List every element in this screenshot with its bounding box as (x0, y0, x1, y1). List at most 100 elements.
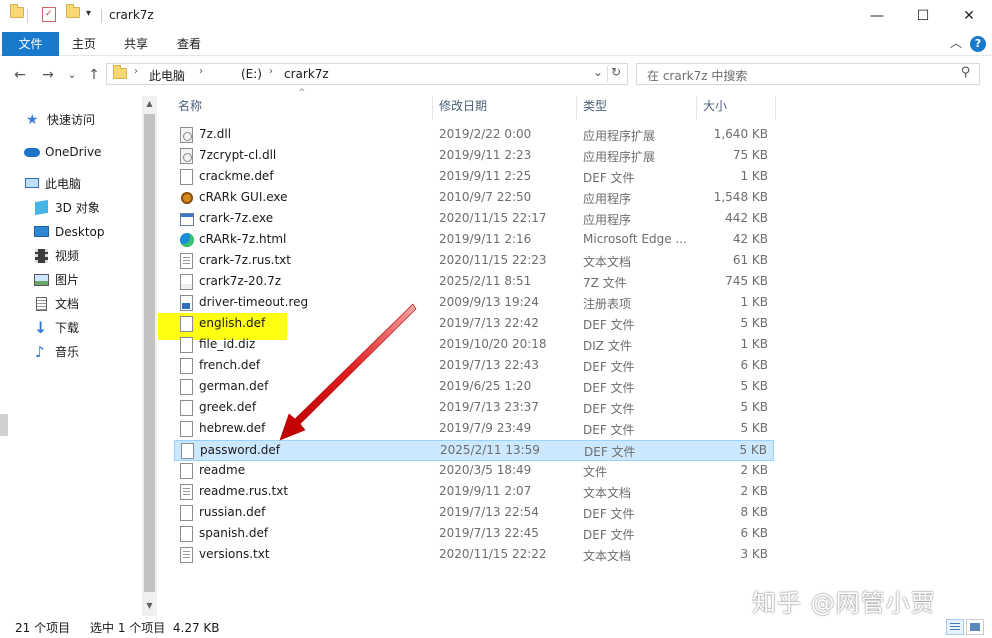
file-row[interactable]: crark-7z.exe 2020/11/15 22:17 应用程序 442 KB (174, 209, 774, 230)
search-box[interactable]: 在 crark7z 中搜索 ⚲ (636, 63, 980, 85)
file-icon (180, 379, 193, 395)
file-size: 2 KB (740, 463, 768, 477)
file-row[interactable]: cRARk GUI.exe 2010/9/7 22:50 应用程序 1,548 KB (174, 188, 774, 209)
sidebar-item-pictures[interactable]: 图片 (34, 269, 79, 291)
file-row[interactable]: file_id.diz 2019/10/20 20:18 DIZ 文件 1 KB (174, 335, 774, 356)
refresh-icon[interactable]: ↻ (611, 65, 621, 79)
file-date: 2019/9/11 2:16 (439, 232, 532, 246)
search-icon[interactable]: ⚲ (961, 65, 971, 80)
video-icon (34, 249, 50, 263)
column-header-date[interactable]: 修改日期 (439, 96, 487, 116)
file-row[interactable]: 7z.dll 2019/2/22 0:00 应用程序扩展 1,640 KB (174, 125, 774, 146)
file-date: 2019/7/13 22:54 (439, 505, 539, 519)
file-row[interactable]: russian.def 2019/7/13 22:54 DEF 文件 8 KB (174, 503, 774, 524)
breadcrumb-current-folder[interactable]: crark7z (284, 67, 329, 81)
breadcrumb-separator[interactable]: › (269, 66, 273, 77)
sidebar-item-desktop[interactable]: Desktop (34, 221, 105, 243)
file-row[interactable]: password.def 2025/2/11 13:59 DEF 文件 5 KB (174, 440, 774, 461)
pane-resize-handle[interactable] (0, 414, 8, 436)
sidebar-item-quick-access[interactable]: ★ 快速访问 (26, 109, 95, 131)
file-size: 2 KB (740, 484, 768, 498)
file-row[interactable]: greek.def 2019/7/13 23:37 DEF 文件 5 KB (174, 398, 774, 419)
qa-dropdown-icon[interactable]: ▾ (86, 8, 91, 26)
file-date: 2010/9/7 22:50 (439, 190, 532, 204)
tab-file[interactable]: 文件 (2, 32, 59, 56)
sidebar-item-downloads[interactable]: ↓ 下载 (34, 317, 79, 339)
sidebar-scrollbar[interactable]: ▲ ▼ (142, 96, 157, 616)
address-bar[interactable]: › 此电脑 › (E:) › crark7z ⌄ ↻ (106, 63, 628, 85)
tab-home[interactable]: 主页 (64, 32, 104, 56)
file-row[interactable]: french.def 2019/7/13 22:43 DEF 文件 6 KB (174, 356, 774, 377)
file-name: versions.txt (199, 547, 270, 561)
details-view-icon[interactable] (946, 619, 964, 635)
properties-icon[interactable]: ✓ (42, 7, 56, 22)
file-row[interactable]: english.def 2019/7/13 22:42 DEF 文件 5 KB (174, 314, 774, 335)
search-input[interactable]: 在 crark7z 中搜索 (647, 67, 747, 84)
file-name: greek.def (199, 400, 257, 414)
maximize-button[interactable]: ☐ (900, 0, 946, 32)
file-row[interactable]: crark-7z.rus.txt 2020/11/15 22:23 文本文档 61 K… (174, 251, 774, 272)
column-divider[interactable] (696, 96, 697, 120)
file-name: spanish.def (199, 526, 269, 540)
file-type: DEF 文件 (583, 318, 635, 332)
sidebar-item-label: 文档 (55, 297, 80, 311)
sidebar-item-this-pc[interactable]: 此电脑 (24, 173, 81, 195)
close-button[interactable]: ✕ (946, 0, 992, 32)
file-type: DEF 文件 (583, 528, 635, 542)
file-row[interactable]: hebrew.def 2019/7/9 23:49 DEF 文件 5 KB (174, 419, 774, 440)
title-bar: ✓ ▾ crark7z — ☐ ✕ (0, 0, 992, 32)
file-date: 2025/2/11 8:51 (439, 274, 532, 288)
file-name: file_id.diz (199, 337, 256, 351)
file-row[interactable]: crark7z-20.7z 2025/2/11 8:51 7Z 文件 745 KB (174, 272, 774, 293)
scroll-up-icon[interactable]: ▲ (142, 96, 157, 112)
sidebar-item-onedrive[interactable]: OneDrive (24, 141, 101, 163)
breadcrumb-separator[interactable]: › (199, 66, 203, 77)
large-icons-view-icon[interactable] (966, 619, 984, 635)
sidebar-item-3d-objects[interactable]: 3D 对象 (34, 197, 100, 219)
up-arrow-icon[interactable]: ↑ (84, 65, 104, 85)
column-divider[interactable] (432, 96, 433, 120)
breadcrumb-separator[interactable]: › (134, 66, 138, 77)
window-title: crark7z (109, 8, 154, 22)
new-folder-icon[interactable] (66, 4, 80, 25)
file-date: 2019/2/22 0:00 (439, 127, 532, 141)
column-header-size[interactable]: 大小 (703, 96, 727, 116)
file-size: 6 KB (740, 526, 768, 540)
file-row[interactable]: german.def 2019/6/25 1:20 DEF 文件 5 KB (174, 377, 774, 398)
sidebar-item-documents[interactable]: 文档 (34, 293, 79, 315)
back-arrow-icon[interactable]: ← (10, 65, 30, 85)
file-row[interactable]: 7zcrypt-cl.dll 2019/9/11 2:23 应用程序扩展 75 KB (174, 146, 774, 167)
file-row[interactable]: crackme.def 2019/9/11 2:25 DEF 文件 1 KB (174, 167, 774, 188)
file-size: 5 KB (740, 400, 768, 414)
scroll-down-icon[interactable]: ▼ (142, 598, 157, 614)
column-divider[interactable] (775, 96, 776, 120)
column-header-name[interactable]: 名称 (178, 96, 202, 116)
scrollbar-thumb[interactable] (144, 114, 155, 592)
divider (101, 9, 102, 23)
file-row[interactable]: readme.rus.txt 2019/9/11 2:07 文本文档 2 KB (174, 482, 774, 503)
file-size: 5 KB (740, 421, 768, 435)
file-date: 2025/2/11 13:59 (440, 443, 540, 457)
tab-view[interactable]: 查看 (169, 32, 209, 56)
recent-locations-icon[interactable]: ⌄ (62, 65, 82, 85)
file-row[interactable]: versions.txt 2020/11/15 22:22 文本文档 3 KB (174, 545, 774, 566)
file-type: 7Z 文件 (583, 276, 627, 290)
ribbon-collapse-icon[interactable]: ︿ (950, 34, 962, 51)
file-type: 文本文档 (583, 255, 632, 269)
file-row[interactable]: readme 2020/3/5 18:49 文件 2 KB (174, 461, 774, 482)
minimize-button[interactable]: — (854, 0, 900, 32)
file-row[interactable]: cRARk-7z.html 2019/9/11 2:16 Microsoft Edg… (174, 230, 774, 251)
breadcrumb-this-pc[interactable]: 此电脑 (149, 67, 185, 84)
help-icon[interactable]: ? (970, 36, 986, 52)
forward-arrow-icon[interactable]: → (38, 65, 58, 85)
file-row[interactable]: driver-timeout.reg 2009/9/13 19:24 注册表项 1 K… (174, 293, 774, 314)
sidebar-item-music[interactable]: ♪ 音乐 (34, 341, 79, 363)
address-dropdown-icon[interactable]: ⌄ (593, 65, 603, 79)
sidebar-item-videos[interactable]: 视频 (34, 245, 79, 267)
breadcrumb-drive[interactable]: (E:) (241, 67, 262, 81)
file-row[interactable]: spanish.def 2019/7/13 22:45 DEF 文件 6 KB (174, 524, 774, 545)
tab-share[interactable]: 共享 (116, 32, 156, 56)
column-header-type[interactable]: 类型 (583, 96, 607, 116)
file-date: 2019/7/13 23:37 (439, 400, 539, 414)
column-divider[interactable] (576, 96, 577, 120)
